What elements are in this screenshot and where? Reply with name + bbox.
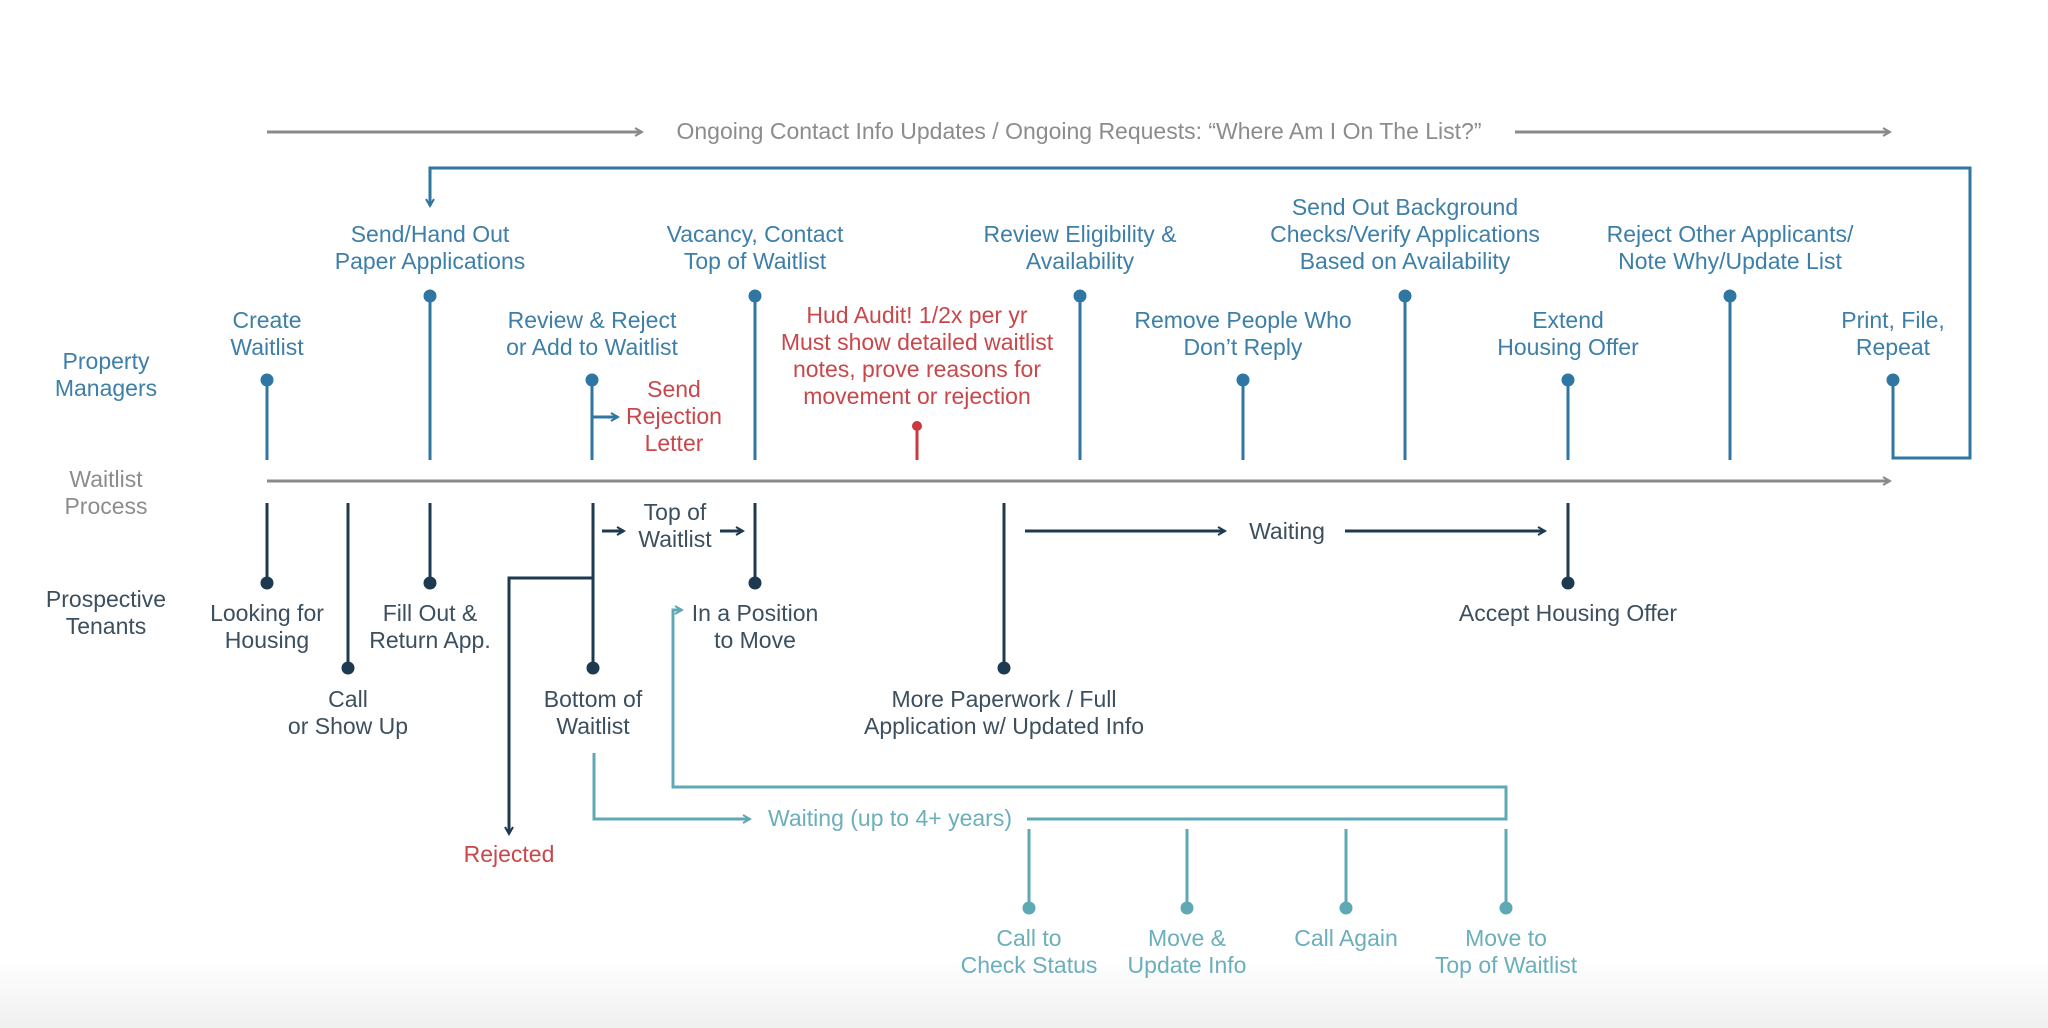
step-call-check-status: Call to Check Status [960, 925, 1098, 978]
dot-bottom-of-waitlist [586, 661, 600, 675]
dot-accept-offer [1561, 576, 1575, 590]
step-extend-offer: Extend Housing Offer [1497, 307, 1639, 360]
step-waiting: Waiting [1249, 518, 1325, 544]
lane-prospective-tenants: Prospective Tenants [45, 586, 167, 639]
banner-text: Ongoing Contact Info Updates / Ongoing R… [676, 118, 1482, 144]
send-rejection-letter: Send Rejection Letter [626, 376, 722, 456]
lane-property-managers: Property Managers [54, 348, 158, 401]
dot-move-update-info [1180, 901, 1194, 915]
dot-in-position [748, 576, 762, 590]
dot-vacancy-contact-top [748, 289, 762, 303]
step-top-of-waitlist: Top of Waitlist [638, 499, 712, 552]
dot-call-again [1339, 901, 1353, 915]
dot-send-paper-applications [423, 289, 437, 303]
step-looking-for-housing: Looking for Housing [210, 600, 324, 653]
dot-create-waitlist [260, 373, 274, 387]
step-create-waitlist: Create Waitlist [230, 307, 304, 360]
dot-looking-for-housing [260, 576, 274, 590]
lane-waitlist-process: Waitlist Process [64, 466, 148, 519]
waiting-long-label: Waiting (up to 4+ years) [768, 805, 1012, 831]
step-review-eligibility: Review Eligibility & Availability [983, 221, 1177, 274]
dot-fill-out-return [423, 576, 437, 590]
hud-audit-note: Hud Audit! 1/2x per yr Must show detaile… [780, 302, 1054, 409]
step-print-file-repeat: Print, File, Repeat [1841, 307, 1945, 360]
step-rejected: Rejected [463, 841, 555, 867]
step-move-to-top: Move to Top of Waitlist [1434, 925, 1578, 978]
dot-print-file-repeat [1886, 373, 1900, 387]
step-background-checks: Send Out Background Checks/Verify Applic… [1270, 194, 1540, 274]
dot-remove-no-reply [1236, 373, 1250, 387]
step-vacancy-contact-top: Vacancy, Contact Top of Waitlist [666, 221, 844, 274]
dot-extend-offer [1561, 373, 1575, 387]
dot-call-check-status [1022, 901, 1036, 915]
step-call-or-show-up: Call or Show Up [287, 686, 409, 739]
step-fill-out-return: Fill Out & Return App. [369, 600, 491, 653]
dot-review-reject-add [585, 373, 599, 387]
waitlist-process-diagram [260, 0, 1972, 915]
step-accept-housing-offer: Accept Housing Offer [1458, 600, 1678, 626]
step-bottom-of-waitlist: Bottom of Waitlist [543, 686, 643, 739]
step-review-reject-add: Review & Reject or Add to Waitlist [506, 307, 678, 360]
dot-reject-others [1723, 289, 1737, 303]
step-call-again: Call Again [1294, 925, 1398, 951]
dot-review-eligibility [1073, 289, 1087, 303]
step-in-position-to-move: In a Position to Move [691, 600, 819, 653]
dot-call-or-show-up [341, 661, 355, 675]
step-remove-no-reply: Remove People Who Don’t Reply [1134, 307, 1352, 360]
hud-audit-marker [912, 421, 922, 460]
step-send-paper-applications: Send/Hand Out Paper Applications [334, 221, 526, 274]
dot-background-checks [1398, 289, 1412, 303]
dot-more-paperwork [997, 661, 1011, 675]
step-more-paperwork: More Paperwork / Full Application w/ Upd… [863, 686, 1145, 739]
dot-move-to-top [1499, 901, 1513, 915]
step-reject-others: Reject Other Applicants/ Note Why/Update… [1606, 221, 1854, 274]
waiting-stems [1022, 829, 1513, 915]
step-move-update-info: Move & Update Info [1127, 925, 1247, 978]
